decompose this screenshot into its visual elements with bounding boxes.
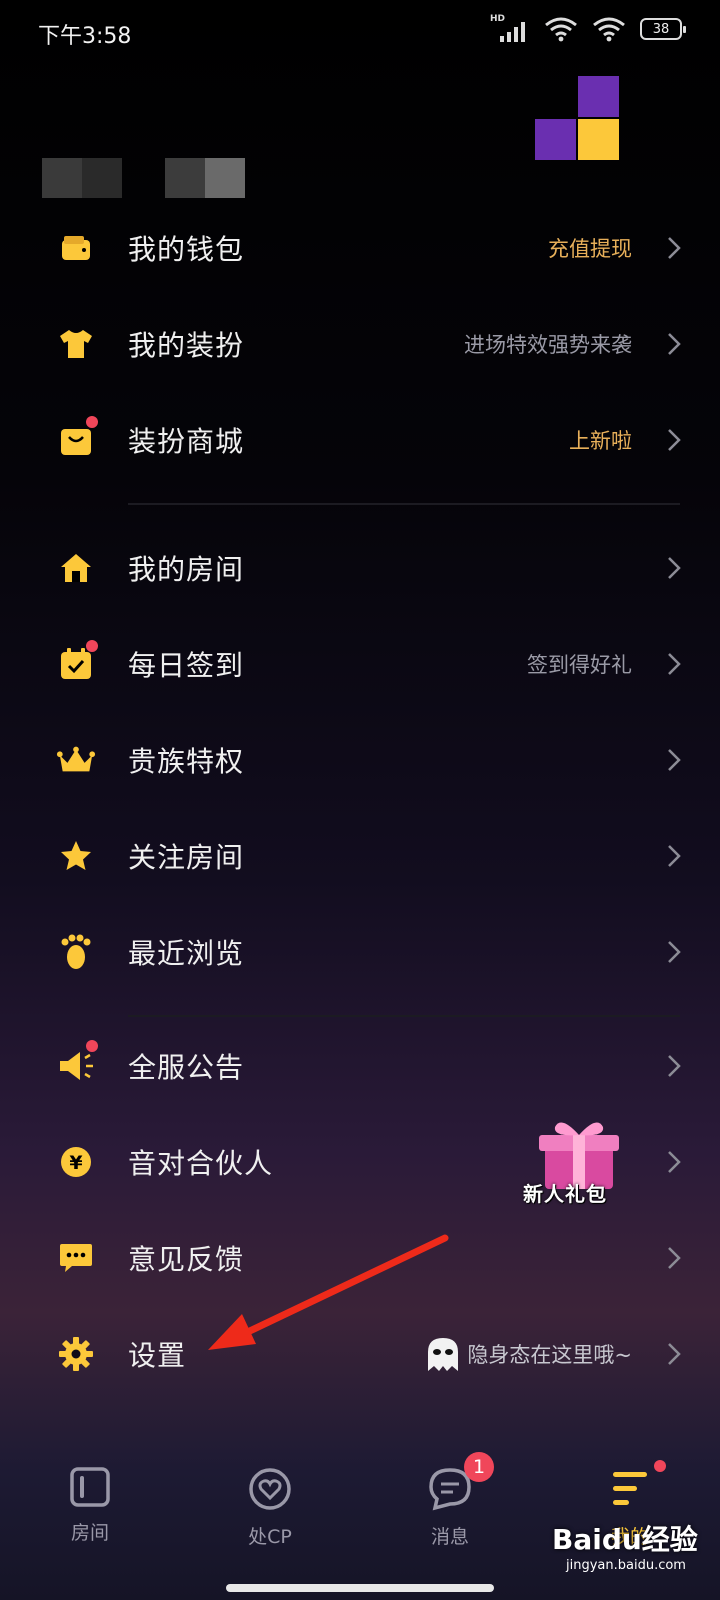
notification-dot <box>86 416 98 428</box>
app-logo <box>535 76 619 160</box>
menu-item-dress-shop[interactable]: 装扮商城 上新啦 <box>0 392 720 488</box>
menu-item-label: 贵族特权 <box>128 745 245 778</box>
menu-item-wallet[interactable]: 我的钱包 充值提现 <box>0 200 720 296</box>
status-time: 下午3:58 <box>38 24 132 49</box>
chevron-right-icon <box>668 653 681 675</box>
status-bar: 下午3:58 HD 38 <box>0 0 720 64</box>
menu-item-recently-viewed[interactable]: 最近浏览 <box>0 904 720 1000</box>
menu-item-label: 最近浏览 <box>128 937 245 970</box>
menu-item-followed-rooms[interactable]: 关注房间 <box>0 808 720 904</box>
wifi-icon <box>545 17 577 42</box>
menu-item-hint: 上新啦 <box>569 429 632 453</box>
menu-item-hint: 充值提现 <box>548 237 632 261</box>
menu-item-hint: 隐身态在这里哦~ <box>467 1343 632 1367</box>
section-divider <box>128 503 680 505</box>
watermark-text: Baidu经验 <box>552 1523 698 1556</box>
battery-icon: 38 <box>640 18 686 40</box>
section-divider <box>128 1015 680 1017</box>
battery-level: 38 <box>652 21 670 37</box>
menu-item-outfit[interactable]: 我的装扮 进场特效强势来袭 <box>0 296 720 392</box>
chevron-right-icon <box>668 1055 681 1077</box>
menu-item-label: 设置 <box>128 1339 187 1372</box>
tab-label: 处CP <box>248 1526 292 1548</box>
notification-dot <box>86 1040 98 1052</box>
tab-label: 消息 <box>430 1526 469 1548</box>
menu-item-label: 装扮商城 <box>128 425 245 458</box>
notification-dot <box>654 1460 666 1472</box>
chat-bubble-icon <box>56 1238 96 1278</box>
annotation-arrow <box>208 1234 449 1350</box>
tab-messages[interactable]: 消息 1 <box>390 1452 510 1549</box>
tab-room[interactable]: 房间 <box>30 1466 150 1545</box>
signal-icon: HD <box>490 14 530 42</box>
chevron-right-icon <box>668 333 681 355</box>
megaphone-icon <box>56 1040 98 1086</box>
status-icons: HD 38 <box>490 14 686 42</box>
menu-item-noble-privilege[interactable]: 贵族特权 <box>0 712 720 808</box>
calendar-check-icon <box>56 640 98 684</box>
menu-item-label: 我的房间 <box>128 553 245 586</box>
message-badge: 1 <box>464 1452 494 1482</box>
house-icon <box>56 548 96 588</box>
watermark-url: jingyan.baidu.com <box>566 1558 686 1573</box>
menu-item-daily-checkin[interactable]: 每日签到 签到得好礼 <box>0 616 720 712</box>
wallet-icon <box>56 228 96 268</box>
chevron-right-icon <box>668 1247 681 1269</box>
menu-item-label: 音对合伙人 <box>128 1147 274 1180</box>
newcomer-gift[interactable] <box>525 1115 645 1225</box>
star-icon <box>56 836 96 876</box>
baidu-watermark: Baidu经验 jingyan.baidu.com <box>552 1518 698 1573</box>
chevron-right-icon <box>668 845 681 867</box>
menu-item-announcement[interactable]: 全服公告 <box>0 1018 720 1114</box>
gear-icon <box>56 1334 96 1374</box>
chevron-right-icon <box>668 237 681 259</box>
gift-label: 新人礼包 <box>523 1182 607 1206</box>
crown-icon <box>56 740 96 780</box>
menu-item-label: 我的钱包 <box>128 233 245 266</box>
footprint-icon <box>56 932 96 972</box>
tshirt-icon <box>56 324 96 364</box>
home-indicator[interactable] <box>226 1584 494 1592</box>
menu-item-label: 我的装扮 <box>128 329 245 362</box>
blurred-username <box>42 158 122 198</box>
chevron-right-icon <box>668 749 681 771</box>
blurred-user-id <box>165 158 245 198</box>
menu-lines-icon <box>613 1472 647 1505</box>
menu-item-label: 全服公告 <box>128 1051 245 1084</box>
menu-item-hint: 进场特效强势来袭 <box>464 333 632 357</box>
chevron-right-icon <box>668 1151 681 1173</box>
menu-item-my-room[interactable]: 我的房间 <box>0 520 720 616</box>
notification-dot <box>86 640 98 652</box>
chevron-right-icon <box>668 557 681 579</box>
menu-item-hint: 签到得好礼 <box>527 653 632 677</box>
yen-coin-icon: ¥ <box>56 1142 96 1182</box>
shopping-bag-icon <box>56 416 98 460</box>
chevron-right-icon <box>668 1343 681 1365</box>
heart-ring-icon <box>249 1468 291 1510</box>
menu-item-label: 每日签到 <box>128 649 245 682</box>
wifi-icon-2 <box>593 17 625 42</box>
tab-cp[interactable]: 处CP <box>210 1466 330 1549</box>
room-icon <box>70 1467 110 1507</box>
chevron-right-icon <box>668 941 681 963</box>
tab-label: 房间 <box>70 1522 109 1544</box>
svg-text:¥: ¥ <box>69 1152 82 1174</box>
menu-item-label: 关注房间 <box>128 841 245 874</box>
chevron-right-icon <box>668 429 681 451</box>
